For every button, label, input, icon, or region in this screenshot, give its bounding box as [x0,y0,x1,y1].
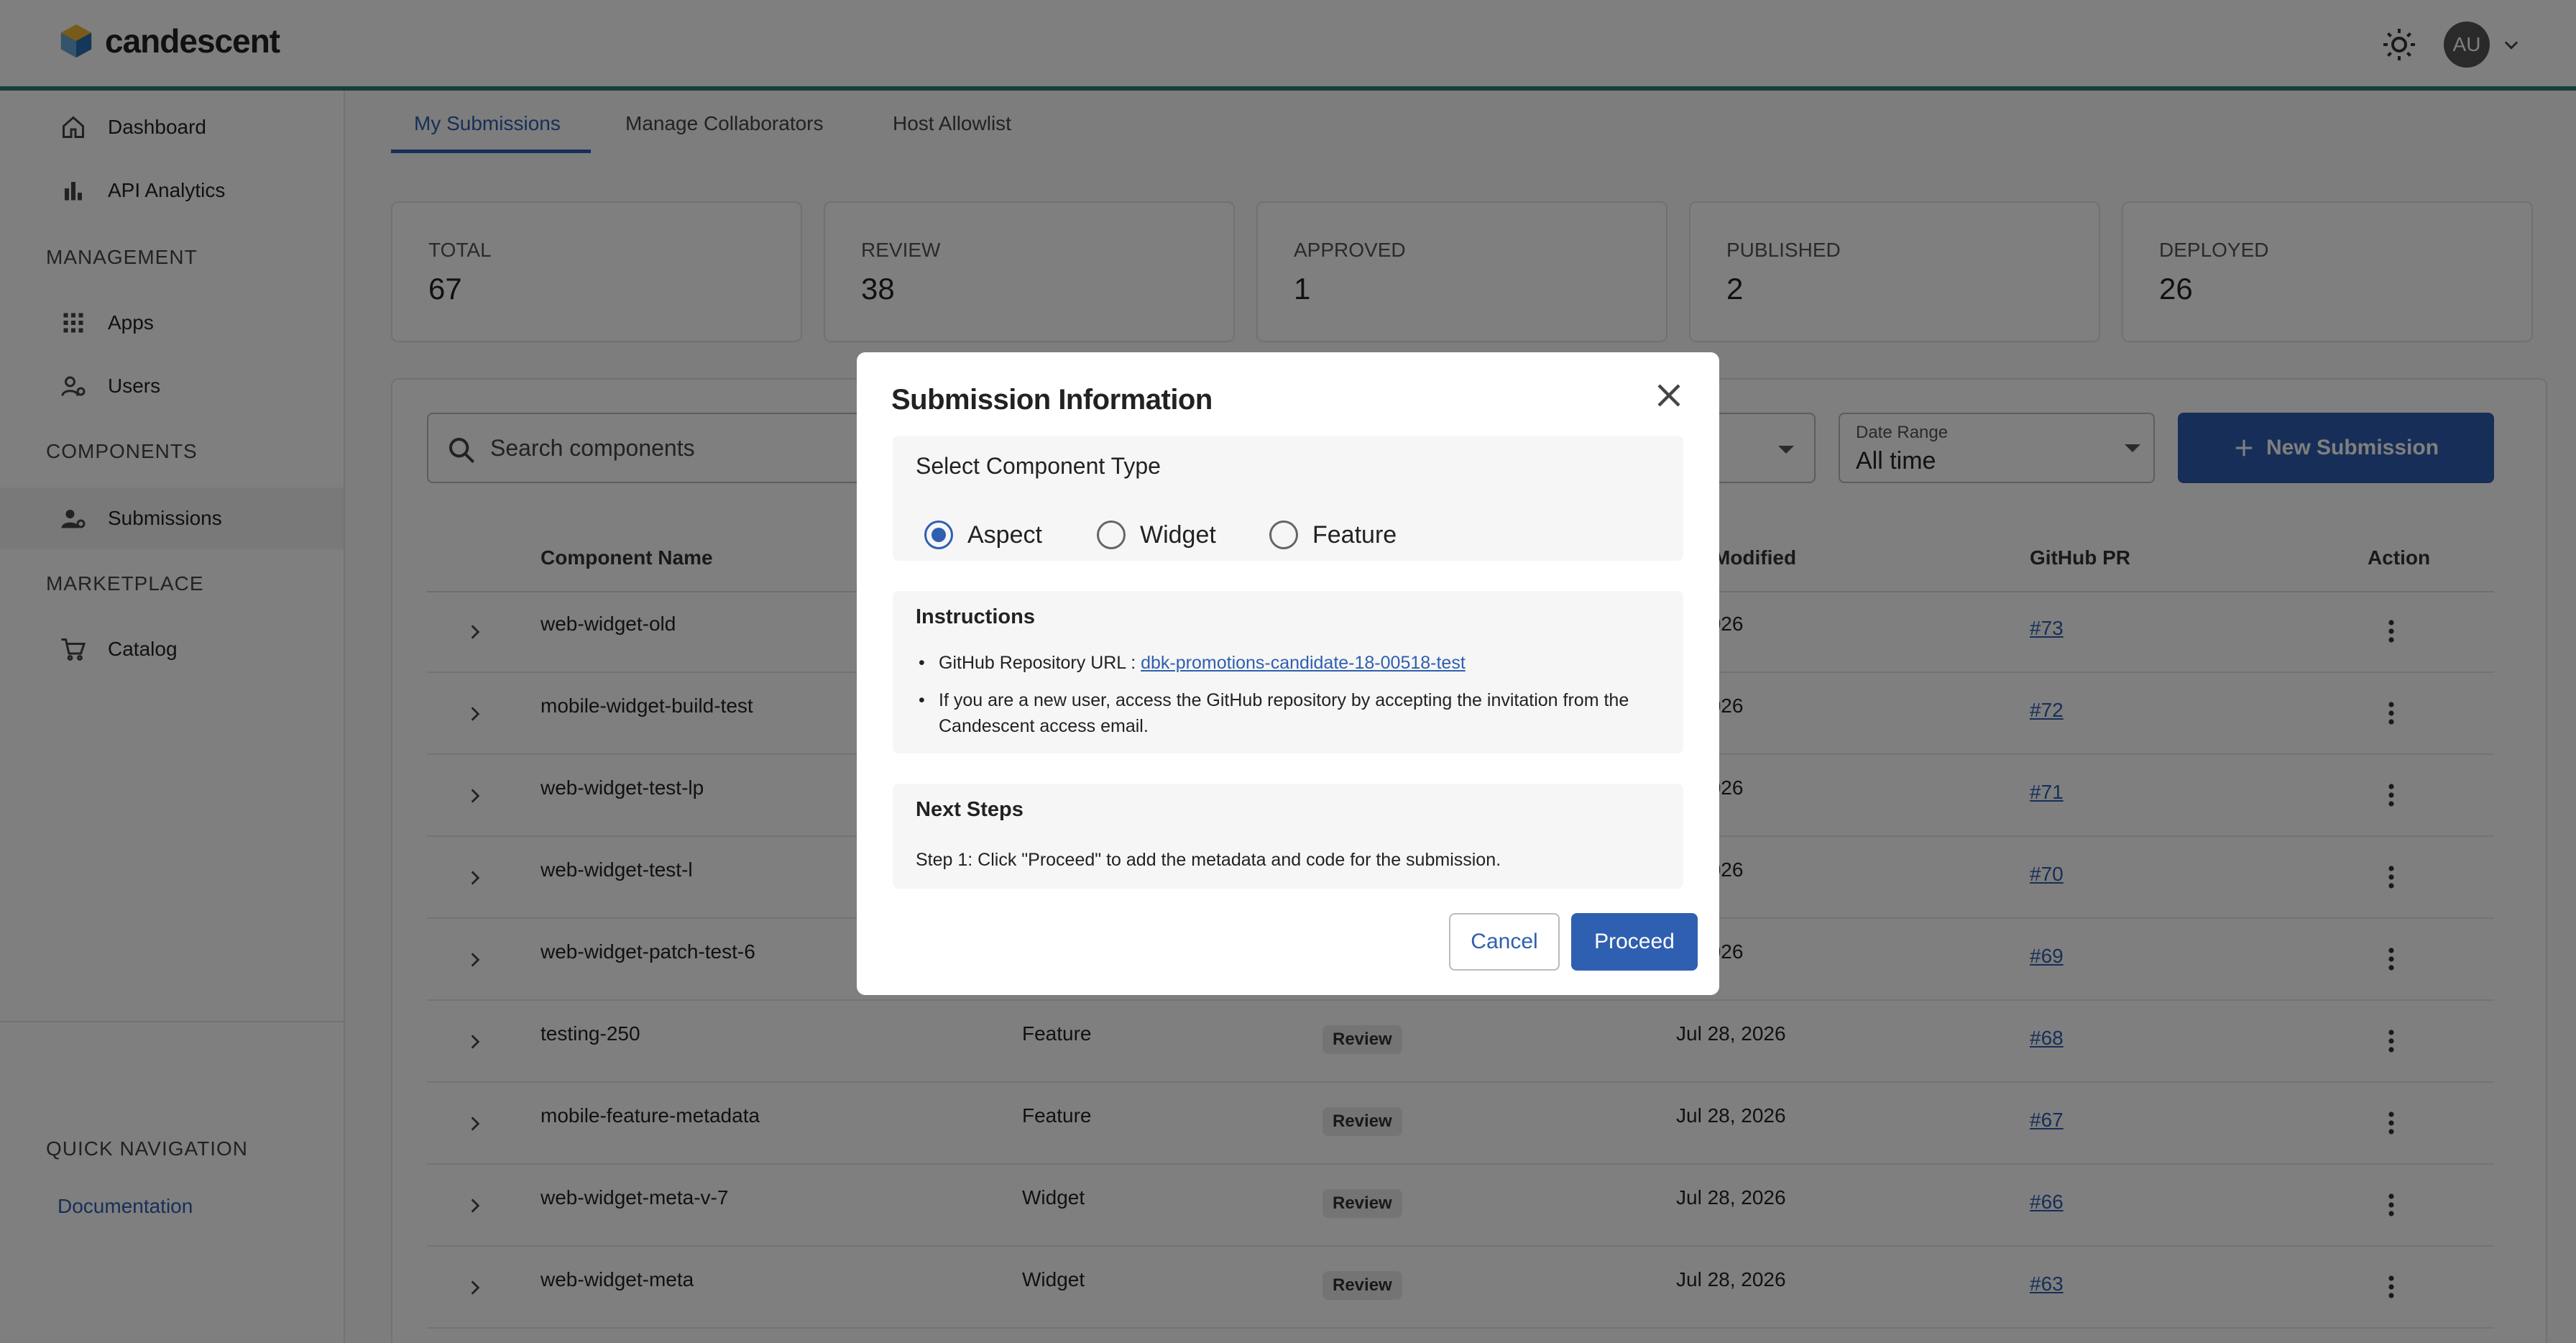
radio-indicator [924,521,953,549]
select-type-title: Select Component Type [916,453,1161,479]
cancel-button[interactable]: Cancel [1449,913,1560,971]
next-step-1: Step 1: Click "Proceed" to add the metad… [916,850,1501,870]
radio-feature[interactable]: Feature [1269,521,1397,549]
next-steps-section: Next Steps Step 1: Click "Proceed" to ad… [893,784,1683,889]
submission-info-modal: Submission Information Select Component … [857,352,1719,995]
repo-url-prefix: GitHub Repository URL : [939,653,1141,673]
radio-label: Aspect [967,521,1042,549]
component-type-section: Select Component Type Aspect Widget Feat… [893,436,1683,561]
instruction-new-user: If you are a new user, access the GitHub… [919,687,1652,739]
radio-indicator [1269,521,1298,549]
next-steps-title: Next Steps [916,798,1024,821]
radio-widget[interactable]: Widget [1097,521,1216,549]
instructions-title: Instructions [916,605,1035,628]
proceed-button[interactable]: Proceed [1571,913,1698,971]
radio-label: Widget [1140,521,1216,549]
radio-indicator [1097,521,1126,549]
radio-label: Feature [1312,521,1397,549]
modal-title: Submission Information [891,384,1213,416]
instructions-section: Instructions GitHub Repository URL : dbk… [893,591,1683,753]
close-icon[interactable] [1652,378,1686,413]
repo-url-link[interactable]: dbk-promotions-candidate-18-00518-test [1141,653,1466,673]
radio-aspect[interactable]: Aspect [924,521,1042,549]
instruction-repo: GitHub Repository URL : dbk-promotions-c… [919,650,1652,676]
